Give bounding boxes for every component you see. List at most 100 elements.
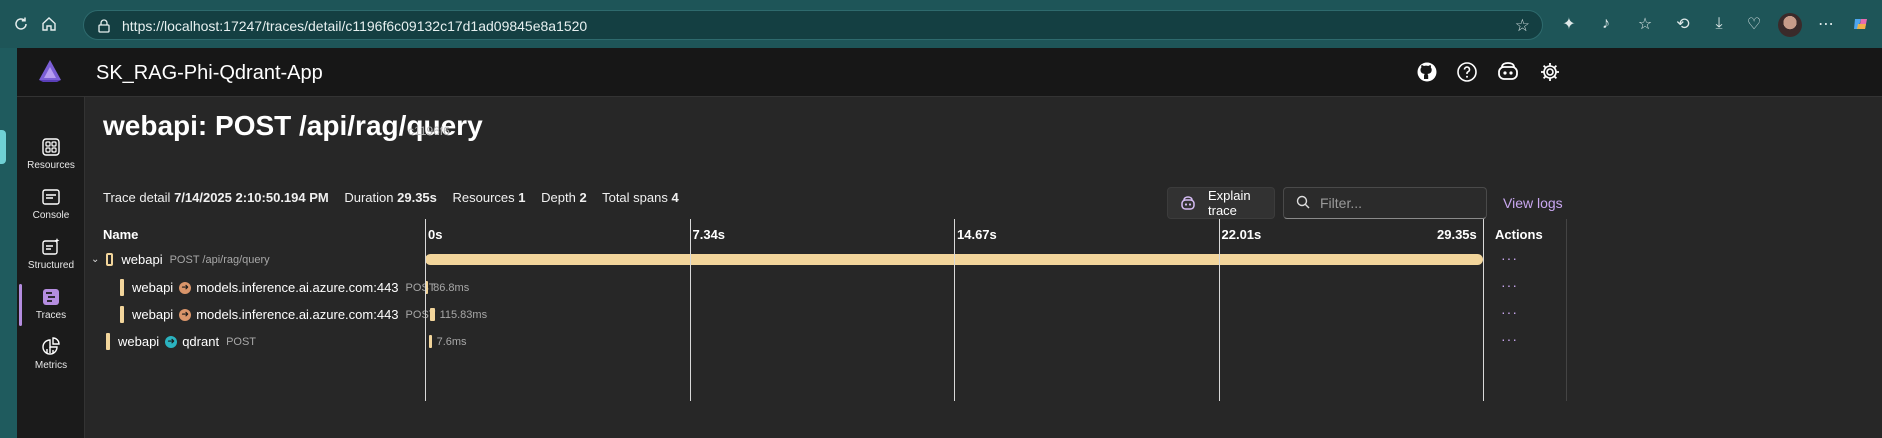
settings-gear-icon[interactable]: [1537, 59, 1563, 85]
timeline-gridline: [425, 219, 426, 401]
downloads-icon[interactable]: ⤓: [1708, 13, 1730, 35]
span-row[interactable]: ⌄ webapi POST /api/rag/query ···: [86, 247, 1882, 274]
console-icon: [40, 186, 62, 208]
span-method: POST: [405, 281, 436, 294]
nav-label: Structured: [27, 260, 75, 271]
timeline-tick-label: 29.35s: [1437, 227, 1477, 242]
copilot-icon[interactable]: [1850, 13, 1872, 35]
nav-item-resources[interactable]: Resources: [17, 132, 85, 178]
github-icon[interactable]: [1414, 59, 1440, 85]
depth-label: Depth: [541, 190, 576, 205]
outgoing-call-icon: ➜: [179, 308, 192, 321]
timeline-gridline: [1483, 219, 1484, 401]
app-title: SK_RAG-Phi-Qdrant-App: [96, 62, 323, 84]
resources-icon: [40, 136, 62, 158]
trace-summary: Trace detail 7/14/2025 2:10:50.194 PM Du…: [103, 190, 691, 205]
outgoing-call-icon: ➜: [165, 335, 178, 348]
metrics-icon: [40, 336, 62, 358]
span-actions-menu-icon[interactable]: ···: [1501, 304, 1518, 320]
timeline-tick-label: 0s: [428, 227, 443, 242]
filter-placeholder: Filter...: [1320, 195, 1363, 211]
browser-toolbar: https://localhost:17247/traces/detail/c1…: [0, 0, 1882, 48]
span-color-marker: [106, 333, 110, 350]
span-name-cell: webapi ➜ qdrant POST: [106, 333, 256, 350]
span-duration-bar[interactable]: [430, 308, 435, 321]
actions-divider: [1566, 219, 1567, 401]
filter-input[interactable]: Filter...: [1283, 187, 1487, 219]
extensions-icon[interactable]: ✦: [1558, 13, 1580, 35]
span-name-cell: webapi ➜ models.inference.ai.azure.com:443…: [120, 279, 436, 296]
column-header-actions: Actions: [1495, 227, 1543, 242]
aspire-logo-icon[interactable]: [37, 58, 63, 84]
traces-icon: [40, 286, 62, 308]
copilot-bot-icon[interactable]: [1495, 59, 1521, 85]
total-spans-value: 4: [671, 190, 679, 205]
timeline-tick-label: 22.01s: [1221, 227, 1262, 242]
read-aloud-icon[interactable]: ♪: [1595, 13, 1617, 35]
span-duration-label: 7.6ms: [436, 336, 467, 348]
timeline-gridline: [954, 219, 955, 401]
copilot-bot-icon: [1180, 195, 1196, 211]
nav-rail: Resources Console Structured Traces Metr…: [17, 97, 85, 438]
duration-label: Duration: [344, 190, 394, 205]
expand-chevron-icon[interactable]: ⌄: [91, 254, 99, 265]
timeline-tick-label: 14.67s: [957, 227, 997, 242]
home-icon[interactable]: [37, 12, 61, 36]
span-color-marker: [120, 306, 124, 323]
help-icon[interactable]: [1454, 59, 1480, 85]
depth-value: 2: [579, 190, 587, 205]
timeline-gridline: [1218, 219, 1220, 401]
history-icon[interactable]: ⟲: [1672, 13, 1694, 35]
trace-detail-page: webapi: POST /api/rag/query c1196f6 Trac…: [86, 98, 1882, 438]
explain-trace-label: Explain trace: [1208, 188, 1251, 218]
span-service: webapi: [118, 334, 160, 349]
timeline-gridline: [689, 219, 691, 401]
health-icon[interactable]: ♡: [1743, 13, 1765, 35]
server-span-icon: [106, 253, 114, 266]
span-target: qdrant: [182, 334, 220, 349]
url-text: https://localhost:17247/traces/detail/c1…: [122, 18, 588, 34]
nav-item-traces[interactable]: Traces: [17, 282, 85, 328]
span-color-marker: [120, 279, 124, 296]
favorites-icon[interactable]: ☆: [1634, 13, 1656, 35]
column-header-name[interactable]: Name: [103, 227, 138, 242]
browser-side-strip: [0, 48, 17, 438]
search-icon: [1296, 195, 1310, 212]
favorite-star-icon[interactable]: ☆: [1515, 16, 1530, 36]
span-row[interactable]: webapi ➜ models.inference.ai.azure.com:443…: [86, 274, 1882, 301]
trace-detail-value: 7/14/2025 2:10:50.194 PM: [174, 190, 329, 205]
span-actions-menu-icon[interactable]: ···: [1501, 250, 1518, 266]
nav-item-console[interactable]: Console: [17, 182, 85, 228]
resources-value: 1: [518, 190, 526, 205]
span-actions-menu-icon[interactable]: ···: [1501, 277, 1518, 293]
span-service: webapi: [121, 252, 163, 267]
nav-label: Resources: [27, 160, 75, 171]
dashboard-app: SK_RAG-Phi-Qdrant-App Resources Console: [17, 48, 1882, 438]
nav-item-structured[interactable]: Structured: [17, 232, 85, 278]
trace-detail-label: Trace detail: [103, 190, 171, 205]
nav-label: Traces: [35, 310, 67, 321]
address-bar[interactable]: https://localhost:17247/traces/detail/c1…: [83, 10, 1543, 40]
explain-trace-button[interactable]: Explain trace: [1167, 187, 1275, 219]
span-duration-label: 86.8ms: [433, 282, 470, 294]
nav-item-metrics[interactable]: Metrics: [17, 332, 85, 378]
side-tab-indicator[interactable]: [0, 130, 6, 164]
profile-avatar[interactable]: [1778, 13, 1802, 37]
span-actions-menu-icon[interactable]: ···: [1501, 331, 1518, 347]
span-service: webapi: [132, 280, 174, 295]
span-name-cell: webapi ➜ models.inference.ai.azure.com:443…: [120, 306, 436, 323]
app-header: SK_RAG-Phi-Qdrant-App: [17, 48, 1882, 97]
nav-label: Metrics: [34, 360, 68, 371]
view-logs-link[interactable]: View logs: [1503, 195, 1563, 211]
more-options-icon[interactable]: ⋯: [1815, 13, 1837, 35]
resources-label: Resources: [452, 190, 515, 205]
span-duration-bar[interactable]: [428, 335, 432, 348]
span-service: webapi: [132, 307, 174, 322]
span-row[interactable]: webapi ➜ qdrant POST 7.6ms ···: [86, 328, 1882, 355]
trace-id: c1196f6: [408, 124, 450, 138]
lock-icon: [96, 18, 112, 34]
span-target: models.inference.ai.azure.com:443: [196, 307, 399, 322]
span-method: POST: [226, 335, 257, 348]
span-row[interactable]: webapi ➜ models.inference.ai.azure.com:443…: [86, 301, 1882, 328]
refresh-icon[interactable]: [9, 12, 33, 36]
